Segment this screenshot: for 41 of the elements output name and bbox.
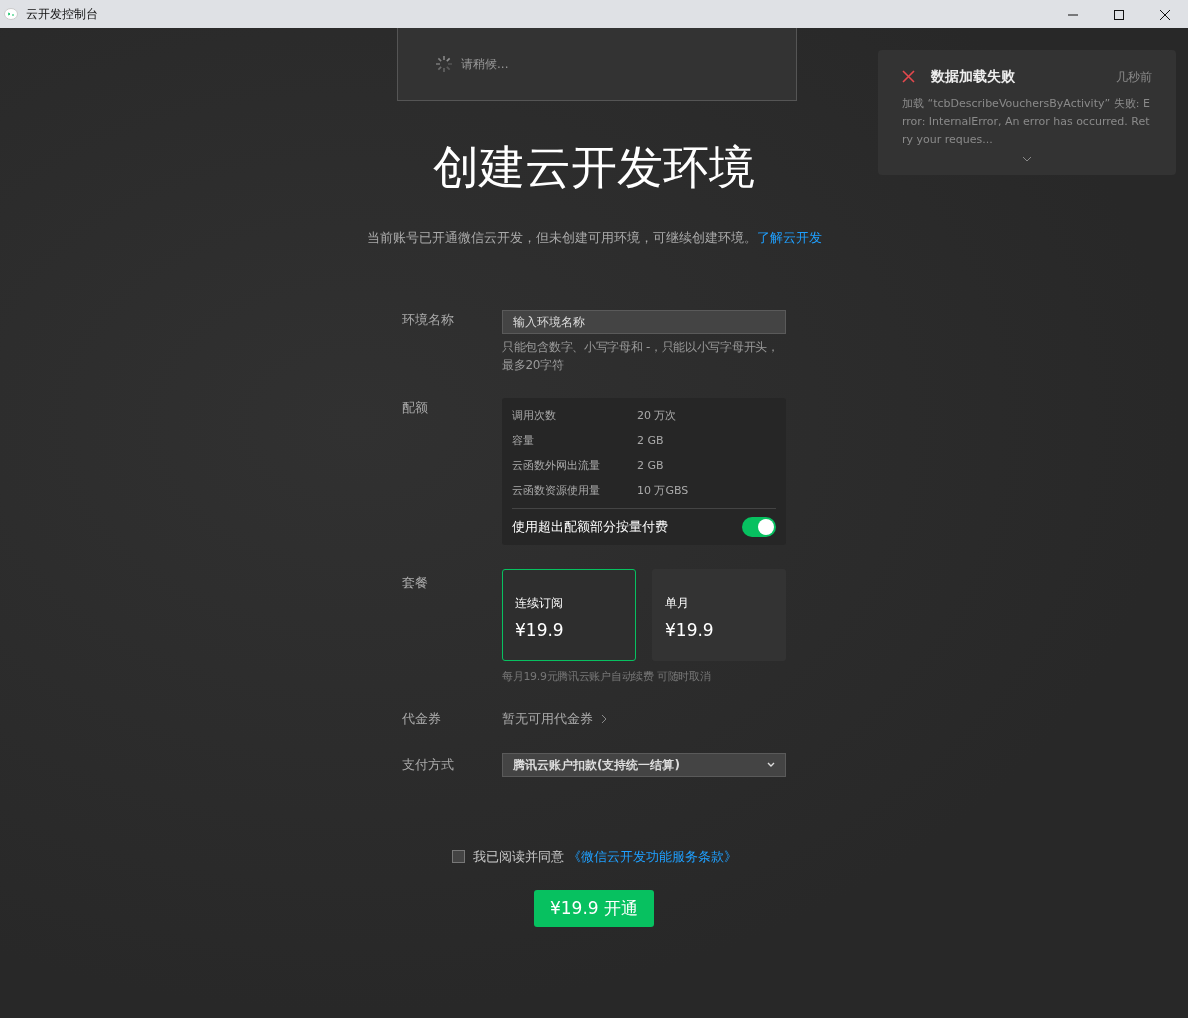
quota-value: 20 万次	[637, 407, 677, 424]
agreement-text: 我已阅读并同意	[472, 847, 564, 866]
plan-note: 每月19.9元腾讯云账户自动续费 可随时取消	[502, 668, 712, 685]
toast-message: 加载 “tcbDescribeVouchersByActivity” 失败: Error: InternalError, An error has occurred. Retry your reques...	[902, 96, 1151, 148]
quota-value: 2 GB	[637, 457, 664, 474]
field-label: 配额	[402, 398, 429, 417]
overage-toggle[interactable]	[742, 516, 776, 537]
app-logo-icon	[4, 7, 18, 21]
field-label: 套餐	[402, 573, 429, 592]
spinner-icon	[435, 55, 453, 73]
quota-name: 云函数资源使用量	[512, 482, 601, 499]
quota-name: 容量	[512, 432, 535, 449]
overage-label: 使用超出配额部分按量付费	[512, 517, 668, 536]
field-label: 环境名称	[402, 310, 455, 329]
terms-link[interactable]: 《微信云开发功能服务条款》	[567, 846, 737, 866]
chevron-right-icon	[601, 713, 607, 724]
quota-value: 10 万GBS	[637, 482, 689, 499]
plan-option[interactable]: 连续订阅 ¥19.9	[502, 568, 636, 661]
agree-checkbox[interactable]	[451, 849, 465, 863]
quota-value: 2 GB	[637, 432, 664, 449]
quota-name: 调用次数	[512, 407, 557, 424]
learn-more-link[interactable]: 了解云开发	[756, 230, 822, 245]
close-icon	[1160, 9, 1170, 20]
caret-down-icon	[767, 762, 775, 767]
loading-text: 请稍候...	[461, 56, 509, 73]
env-name-field[interactable]: 输入环境名称	[502, 309, 786, 334]
intro-text: 当前账号已开通微信云开发，但未创建可用环境，可继续创建环境。	[366, 230, 757, 245]
maximize-icon	[1114, 9, 1124, 20]
quota-name: 云函数外网出流量	[512, 457, 601, 474]
expand-chevron-icon[interactable]	[1022, 155, 1032, 162]
toast-time: 几秒前	[1116, 68, 1152, 86]
field-label: 支付方式	[402, 755, 455, 774]
field-hint: 只能包含数字、小写字母和 -，只能以小写字母开头，最多20字符	[502, 338, 780, 374]
field-label: 代金券	[402, 710, 442, 728]
error-icon	[902, 70, 915, 83]
plan-option[interactable]: 单月 ¥19.9	[652, 568, 786, 661]
voucher-link[interactable]: 暂无可用代金券	[502, 709, 607, 729]
page-heading: 创建云开发环境	[432, 139, 756, 196]
window-title: 云开发控制台	[26, 6, 98, 23]
toast-title: 数据加载失败	[931, 67, 1015, 86]
payment-select[interactable]: 腾讯云账户扣款(支持统一结算)	[502, 752, 786, 777]
